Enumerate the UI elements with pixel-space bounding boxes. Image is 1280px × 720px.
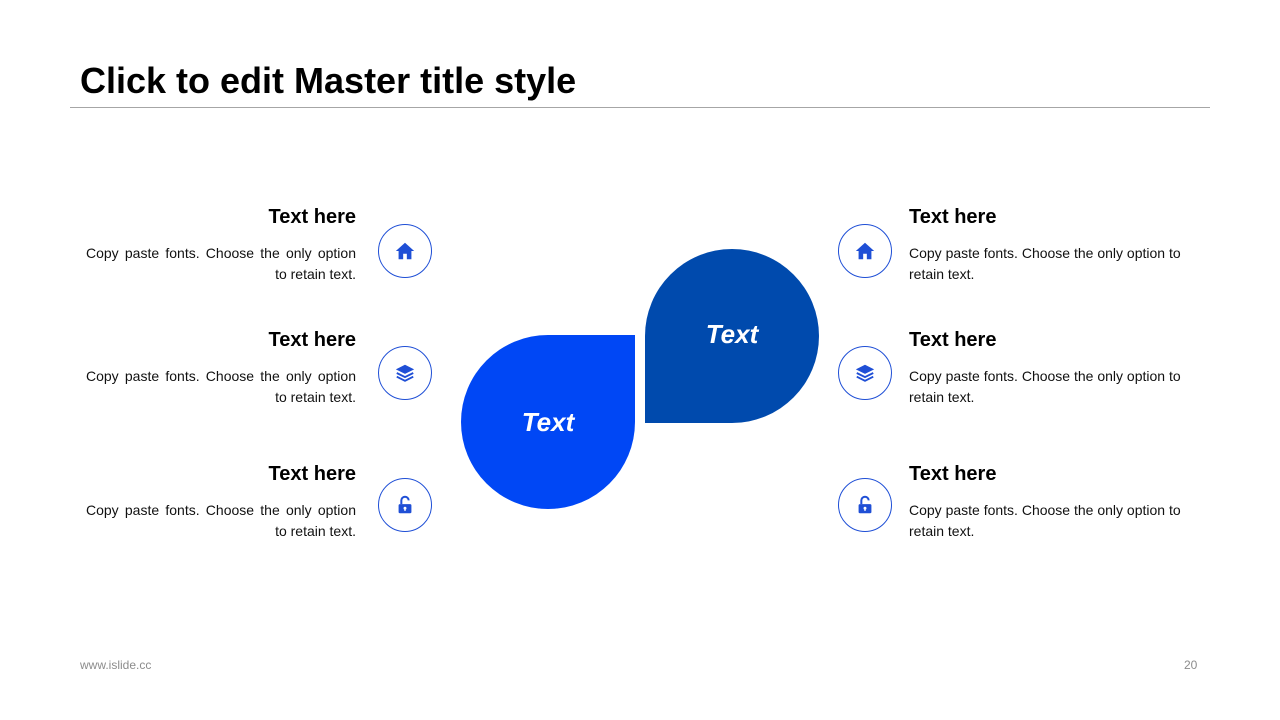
left-item-2: Text here Copy paste fonts. Choose the o…	[86, 329, 356, 408]
petal-right: Text	[645, 249, 819, 423]
left-item-1: Text here Copy paste fonts. Choose the o…	[86, 206, 356, 285]
layers-icon	[378, 346, 432, 400]
right-item-1-heading: Text here	[909, 206, 997, 228]
title-divider	[70, 107, 1210, 108]
home-icon	[378, 224, 432, 278]
page-number: 20	[1184, 658, 1198, 672]
home-icon	[838, 224, 892, 278]
petal-right-label: Text	[705, 318, 759, 349]
right-item-3-heading: Text here	[909, 463, 997, 485]
right-item-2: Text here Copy paste fonts. Choose the o…	[909, 329, 1199, 408]
slide-title: Click to edit Master title style	[80, 60, 577, 101]
right-item-3-body: Copy paste fonts. Choose the only option…	[909, 502, 1181, 539]
right-item-1-body: Copy paste fonts. Choose the only option…	[909, 245, 1181, 282]
right-item-2-heading: Text here	[909, 329, 997, 351]
left-item-2-heading: Text here	[268, 329, 356, 351]
petal-left-label: Text	[521, 406, 575, 437]
unlock-icon	[838, 478, 892, 532]
petal-left: Text	[461, 335, 635, 509]
footer-url: www.islide.cc	[80, 658, 152, 672]
left-item-1-body: Copy paste fonts. Choose the only option…	[86, 245, 356, 282]
left-item-3-heading: Text here	[268, 463, 356, 485]
layers-icon	[838, 346, 892, 400]
left-item-2-body: Copy paste fonts. Choose the only option…	[86, 368, 356, 405]
left-item-3: Text here Copy paste fonts. Choose the o…	[86, 463, 356, 542]
right-item-1: Text here Copy paste fonts. Choose the o…	[909, 206, 1199, 285]
right-item-3: Text here Copy paste fonts. Choose the o…	[909, 463, 1199, 542]
left-item-1-heading: Text here	[268, 206, 356, 228]
left-item-3-body: Copy paste fonts. Choose the only option…	[86, 502, 356, 539]
unlock-icon	[378, 478, 432, 532]
right-item-2-body: Copy paste fonts. Choose the only option…	[909, 368, 1181, 405]
